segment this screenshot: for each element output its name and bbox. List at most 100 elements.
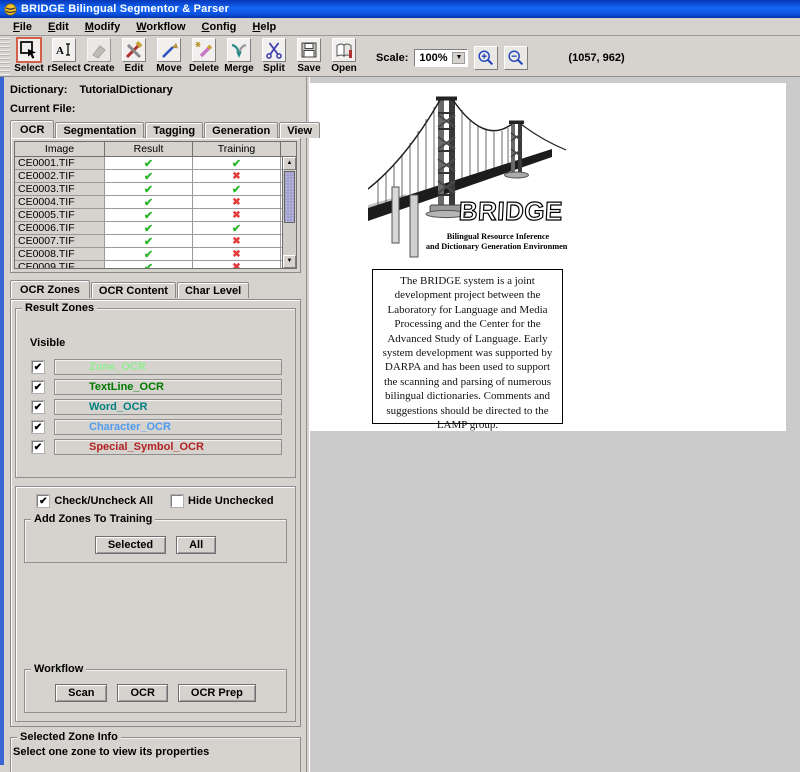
svg-text:A: A: [56, 45, 64, 57]
tab-tagging[interactable]: Tagging: [145, 122, 203, 138]
zone-row: Word_OCR: [32, 399, 287, 415]
logo-subtitle-line1: Bilingual Resource Inference: [447, 232, 550, 241]
tab-ocr[interactable]: OCR: [10, 120, 54, 138]
table-row[interactable]: CE0002.TIF: [15, 170, 296, 183]
zone-visible-checkbox[interactable]: [32, 361, 44, 373]
zone-row: TextLine_OCR: [32, 379, 287, 395]
titlebar[interactable]: BRIDGE Bilingual Segmentor & Parser: [0, 0, 800, 18]
text-select-icon: A: [53, 39, 75, 61]
selected-zone-info-message: Select one zone to view its properties: [13, 746, 296, 758]
check-uncheck-all-checkbox[interactable]: [37, 495, 49, 507]
all-button[interactable]: All: [176, 536, 216, 554]
open-button[interactable]: Open: [327, 38, 361, 74]
training-mark: [193, 261, 281, 269]
split-tool-button[interactable]: Split: [257, 38, 291, 74]
open-book-icon: [333, 39, 355, 61]
ocr-tab-pane: Image Result Training CE0001.TIF CE0002.…: [10, 137, 301, 273]
edit-tool-button[interactable]: Edit: [117, 38, 151, 74]
delete-eraser-icon: [193, 39, 215, 61]
document-page[interactable]: BRIDGE Bilingual Resource Inference and …: [310, 83, 786, 431]
menu-help[interactable]: Help: [245, 20, 283, 34]
zone-visible-checkbox[interactable]: [32, 401, 44, 413]
visible-label: Visible: [30, 337, 287, 349]
hide-unchecked-checkbox[interactable]: [171, 495, 183, 507]
table-row[interactable]: CE0008.TIF: [15, 248, 296, 261]
table-scrollbar[interactable]: ▲ ▼: [282, 157, 296, 268]
save-button[interactable]: Save: [292, 38, 326, 74]
zone-field-word-ocr[interactable]: Word_OCR: [54, 399, 282, 415]
table-row[interactable]: CE0001.TIF: [15, 157, 296, 170]
column-training[interactable]: Training: [193, 142, 281, 156]
toolbar-drag-handle[interactable]: [0, 38, 10, 75]
menu-config[interactable]: Config: [195, 20, 244, 34]
menu-workflow[interactable]: Workflow: [129, 20, 192, 34]
chevron-down-icon: ▼: [452, 52, 465, 64]
table-row[interactable]: CE0003.TIF: [15, 183, 296, 196]
zone-field-special-symbol-ocr[interactable]: Special_Symbol_OCR: [54, 439, 282, 455]
zoom-out-icon: [506, 48, 526, 68]
column-image[interactable]: Image: [15, 142, 105, 156]
select-tool-button[interactable]: Select: [12, 38, 46, 74]
logo-subtitle-line2: and Dictionary Generation Environment: [426, 242, 568, 251]
zone-field-textline-ocr[interactable]: TextLine_OCR: [54, 379, 282, 395]
ocr-button[interactable]: OCR: [117, 684, 167, 702]
table-row[interactable]: CE0009.TIF: [15, 261, 296, 269]
floppy-disk-icon: [298, 39, 320, 61]
table-row[interactable]: CE0004.TIF: [15, 196, 296, 209]
main-tabstrip: OCR Segmentation Tagging Generation View: [10, 119, 301, 137]
rselect-tool-button[interactable]: A rSelect: [47, 38, 81, 74]
menu-file[interactable]: File: [6, 20, 39, 34]
merge-tool-button[interactable]: Merge: [222, 38, 256, 74]
scale-select[interactable]: 100% ▼: [414, 49, 468, 67]
document-canvas[interactable]: BRIDGE Bilingual Resource Inference and …: [310, 77, 800, 772]
result-mark: [105, 196, 193, 208]
table-row[interactable]: CE0005.TIF: [15, 209, 296, 222]
cursor-coordinates: (1057, 962): [568, 52, 624, 64]
scrollbar-thumb[interactable]: [284, 171, 295, 223]
tab-ocr-content[interactable]: OCR Content: [91, 282, 176, 298]
scan-button[interactable]: Scan: [55, 684, 107, 702]
zone-visible-checkbox[interactable]: [32, 421, 44, 433]
selected-button[interactable]: Selected: [95, 536, 166, 554]
result-mark: [105, 235, 193, 247]
hide-unchecked[interactable]: Hide Unchecked: [171, 495, 274, 507]
left-panel: Dictionary: TutorialDictionary Current F…: [4, 77, 306, 765]
file-table-body: CE0001.TIF CE0002.TIF CE0003.TIF CE0004.…: [15, 157, 296, 269]
menu-modify[interactable]: Modify: [78, 20, 127, 34]
column-result[interactable]: Result: [105, 142, 193, 156]
zone-field-zone-ocr[interactable]: Zone_OCR: [54, 359, 282, 375]
training-mark: [193, 157, 281, 169]
tab-char-level[interactable]: Char Level: [177, 282, 249, 298]
dictionary-value: TutorialDictionary: [79, 84, 172, 96]
move-tool-button[interactable]: Move: [152, 38, 186, 74]
table-row[interactable]: CE0006.TIF: [15, 222, 296, 235]
workflow-group: Workflow Scan OCR OCR Prep: [24, 669, 287, 713]
tab-generation[interactable]: Generation: [204, 122, 278, 138]
tab-segmentation[interactable]: Segmentation: [55, 122, 144, 138]
description-text-box: The BRIDGE system is a joint development…: [372, 269, 563, 424]
tab-view[interactable]: View: [279, 122, 320, 138]
menubar: File Edit Modify Workflow Config Help: [0, 18, 800, 36]
zone-visible-checkbox[interactable]: [32, 381, 44, 393]
selected-zone-info-group: Selected Zone Info Select one zone to vi…: [10, 737, 301, 772]
scroll-down-icon[interactable]: ▼: [283, 255, 296, 268]
ocr-prep-button[interactable]: OCR Prep: [178, 684, 256, 702]
check-uncheck-all[interactable]: Check/Uncheck All: [37, 495, 153, 507]
menu-edit[interactable]: Edit: [41, 20, 76, 34]
table-row[interactable]: CE0007.TIF: [15, 235, 296, 248]
zone-field-character-ocr[interactable]: Character_OCR: [54, 419, 282, 435]
ocr-zones-pane: Result Zones Visible Zone_OCR TextLine_O…: [10, 299, 301, 727]
zone-controls-panel: Check/Uncheck All Hide Unchecked Add Zon…: [15, 486, 296, 722]
tab-ocr-zones[interactable]: OCR Zones: [10, 280, 90, 298]
scale-value: 100%: [419, 52, 447, 64]
toolbar: Select A rSelect Create Edit Move Delete…: [0, 36, 800, 77]
delete-tool-button[interactable]: Delete: [187, 38, 221, 74]
bridge-logo-text: BRIDGE: [458, 196, 564, 226]
zoom-out-button[interactable]: [504, 46, 528, 70]
bridge-logo-image: BRIDGE Bilingual Resource Inference and …: [368, 93, 568, 261]
file-table: Image Result Training CE0001.TIF CE0002.…: [14, 141, 297, 269]
scroll-up-icon[interactable]: ▲: [283, 157, 296, 170]
create-icon: [88, 39, 110, 61]
zoom-in-button[interactable]: [474, 46, 498, 70]
zone-visible-checkbox[interactable]: [32, 441, 44, 453]
